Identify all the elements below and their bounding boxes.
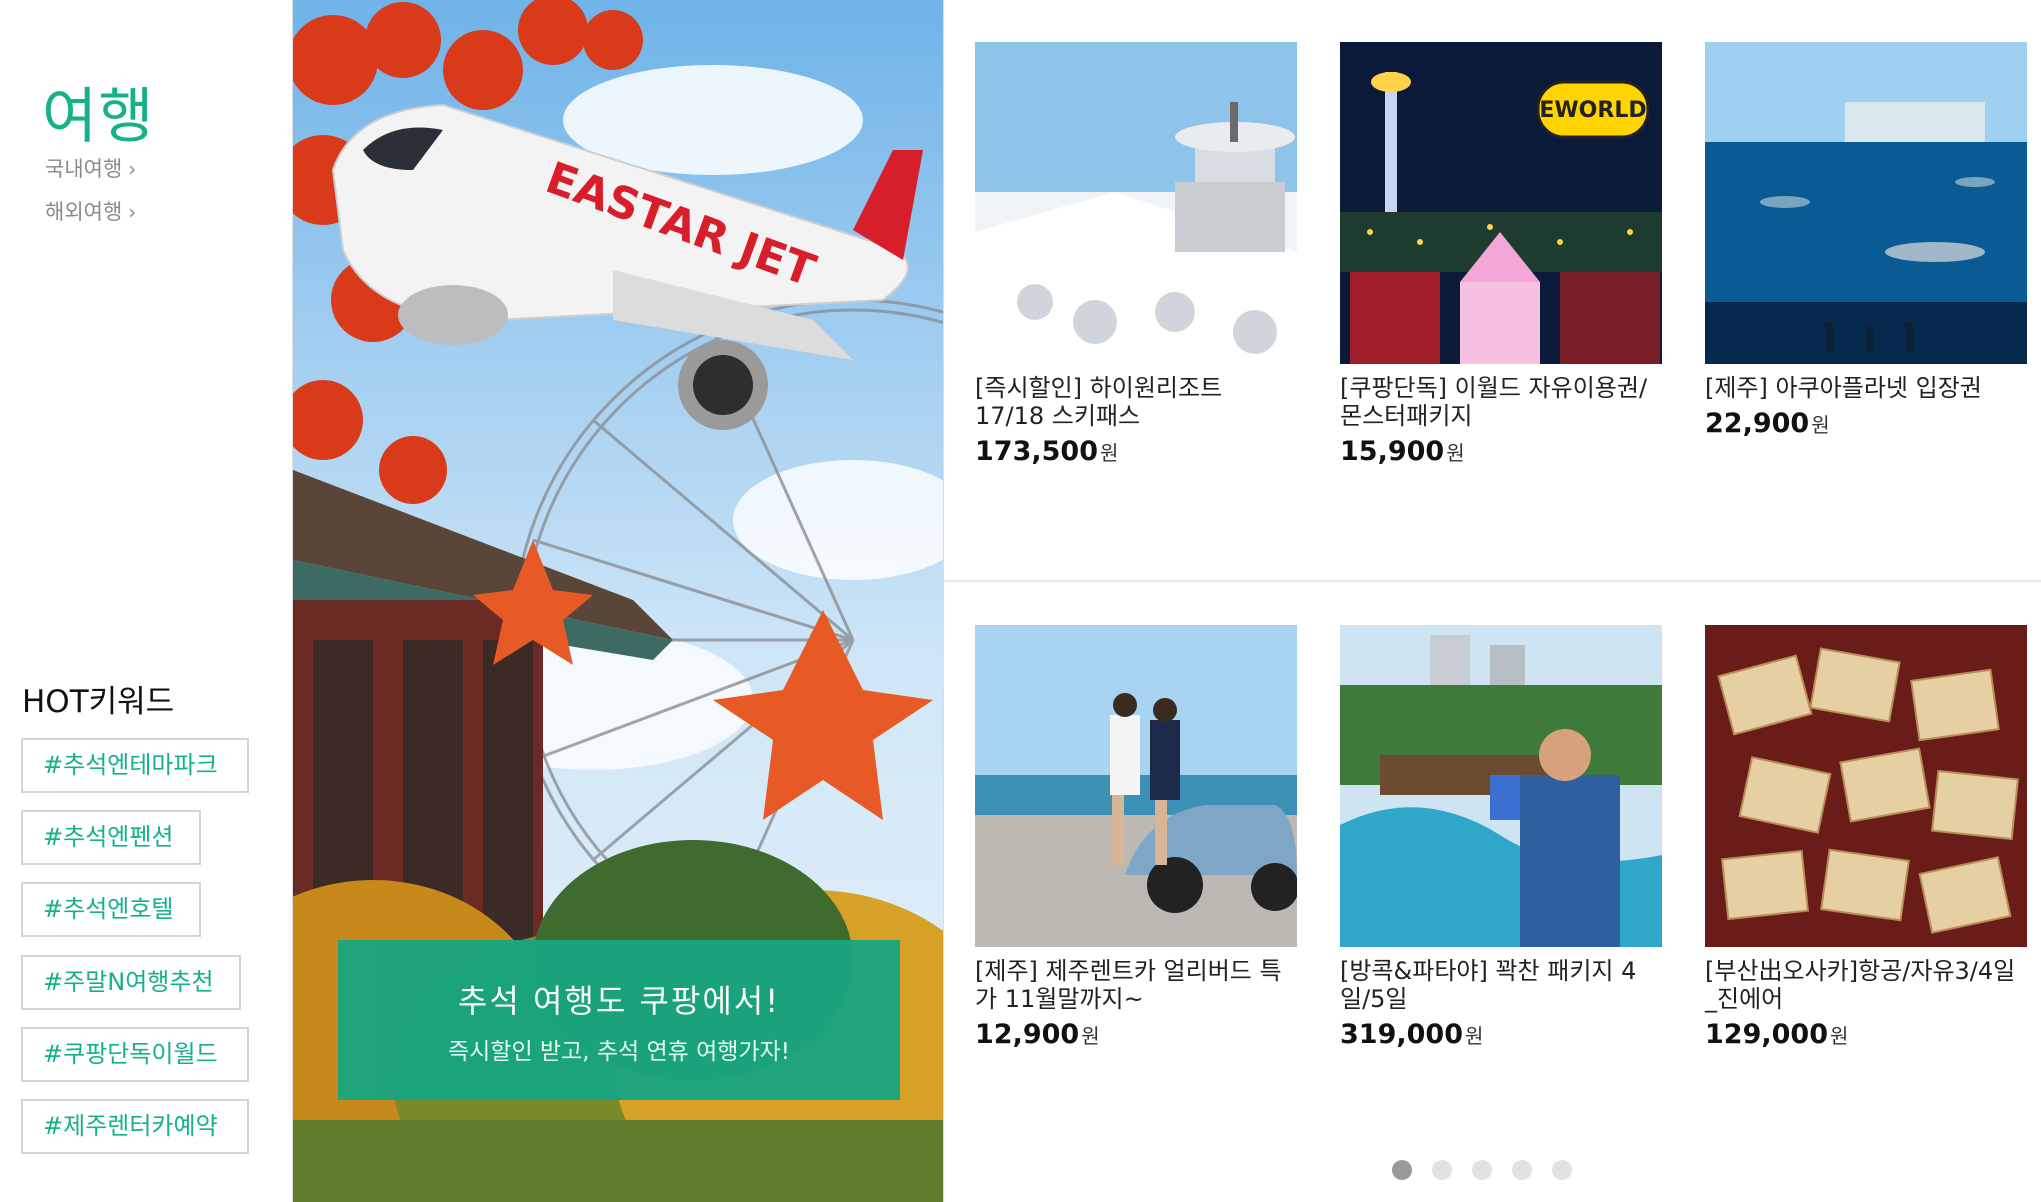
product-image-eworld[interactable]: EWORLD [1340,42,1662,364]
link-overseas-travel[interactable]: 해외여행 › [45,196,136,226]
page-dot-2[interactable] [1432,1160,1452,1180]
product-image-osaka[interactable] [1705,625,2027,947]
price-unit: 원 [1446,441,1465,465]
hot-keywords-title: HOT키워드 [22,684,175,720]
product-price: 173,500 원 [975,436,1297,467]
grid-divider [944,580,2041,582]
chevron-right-icon: › [128,200,137,224]
price-amount: 129,000 [1705,1019,1828,1050]
product-title[interactable]: [쿠팡단독] 이월드 자유이용권/몬스터패키지 [1340,374,1662,430]
product-card-bangkok-pattaya[interactable]: [방콕&파타야] 꽉찬 패키지 4일/5일 319,000 원 [1340,625,1662,1050]
product-image-ski-resort[interactable] [975,42,1297,364]
price-amount: 12,900 [975,1019,1080,1050]
product-image-aquarium[interactable] [1705,42,2027,364]
eworld-logo-text: EWORLD [1539,98,1646,123]
price-unit: 원 [1099,441,1119,465]
promo-banner[interactable]: EASTAR JET 추석 여행도 쿠팡에서! 즉시할인 받고, 추석 연휴 여… [292,0,944,1202]
chevron-right-icon: › [128,157,137,181]
keyword-pension[interactable]: #추석엔펜션 [21,810,201,865]
price-unit: 원 [1081,1024,1100,1048]
product-grid: [즉시할인] 하이원리조트 17/18 스키패스 173,500 원 EWORLD… [944,0,2041,1202]
price-amount: 173,500 [975,436,1098,467]
keyword-jeju-rentcar[interactable]: #제주렌터카예약 [21,1099,249,1154]
keyword-hotel[interactable]: #추석엔호텔 [21,882,201,937]
price-amount: 319,000 [1340,1019,1463,1050]
page-dot-1[interactable] [1392,1160,1412,1180]
product-card-high1-skipass[interactable]: [즉시할인] 하이원리조트 17/18 스키패스 173,500 원 [975,42,1297,467]
banner-subtitle: 즉시할인 받고, 추석 연휴 여행가자! [447,1039,790,1065]
page-dot-4[interactable] [1512,1160,1532,1180]
link-label: 국내여행 [45,157,123,181]
product-title[interactable]: [부산出오사카]항공/자유3/4일_진에어 [1705,957,2027,1013]
price-unit: 원 [1464,1024,1484,1048]
category-title: 여행 [42,82,155,152]
product-price: 319,000 원 [1340,1019,1662,1050]
keyword-eworld[interactable]: #쿠팡단독이월드 [21,1027,249,1082]
price-amount: 22,900 [1705,408,1810,439]
price-unit: 원 [1829,1024,1849,1048]
product-image-rentcar[interactable] [975,625,1297,947]
product-price: 15,900 원 [1340,436,1662,467]
page-dot-5[interactable] [1552,1160,1572,1180]
keyword-theme-park[interactable]: #추석엔테마파크 [21,738,249,793]
banner-title: 추석 여행도 쿠팡에서! [457,982,781,1020]
product-price: 22,900 원 [1705,408,2027,439]
product-card-eworld[interactable]: EWORLD [쿠팡단독] 이월드 자유이용권/몬스터패키지 15,900 원 [1340,42,1662,467]
product-price: 129,000 원 [1705,1019,2027,1050]
price-unit: 원 [1811,413,1830,437]
keyword-weekend-trip[interactable]: #주말N여행추천 [21,955,241,1010]
product-card-jeju-rentcar[interactable]: [제주] 제주렌트카 얼리버드 특가 11월말까지~ 12,900 원 [975,625,1297,1050]
product-card-osaka[interactable]: [부산出오사카]항공/자유3/4일_진에어 129,000 원 [1705,625,2027,1050]
product-image-bangkok[interactable] [1340,625,1662,947]
product-card-aqua-planet[interactable]: [제주] 아쿠아플라넷 입장권 22,900 원 [1705,42,2027,439]
product-title[interactable]: [방콕&파타야] 꽉찬 패키지 4일/5일 [1340,957,1662,1013]
product-price: 12,900 원 [975,1019,1297,1050]
product-title[interactable]: [제주] 아쿠아플라넷 입장권 [1705,374,2027,402]
product-title[interactable]: [제주] 제주렌트카 얼리버드 특가 11월말까지~ [975,957,1297,1013]
category-sidebar: 여행 국내여행 › 해외여행 › HOT키워드 #추석엔테마파크 #추석엔펜션 #추… [0,0,292,1202]
link-label: 해외여행 [45,200,123,224]
price-amount: 15,900 [1340,436,1445,467]
link-domestic-travel[interactable]: 국내여행 › [45,153,136,183]
product-title[interactable]: [즉시할인] 하이원리조트 17/18 스키패스 [975,374,1297,430]
banner-caption-box[interactable]: 추석 여행도 쿠팡에서! 즉시할인 받고, 추석 연휴 여행가자! [338,940,900,1100]
page-dot-3[interactable] [1472,1160,1492,1180]
